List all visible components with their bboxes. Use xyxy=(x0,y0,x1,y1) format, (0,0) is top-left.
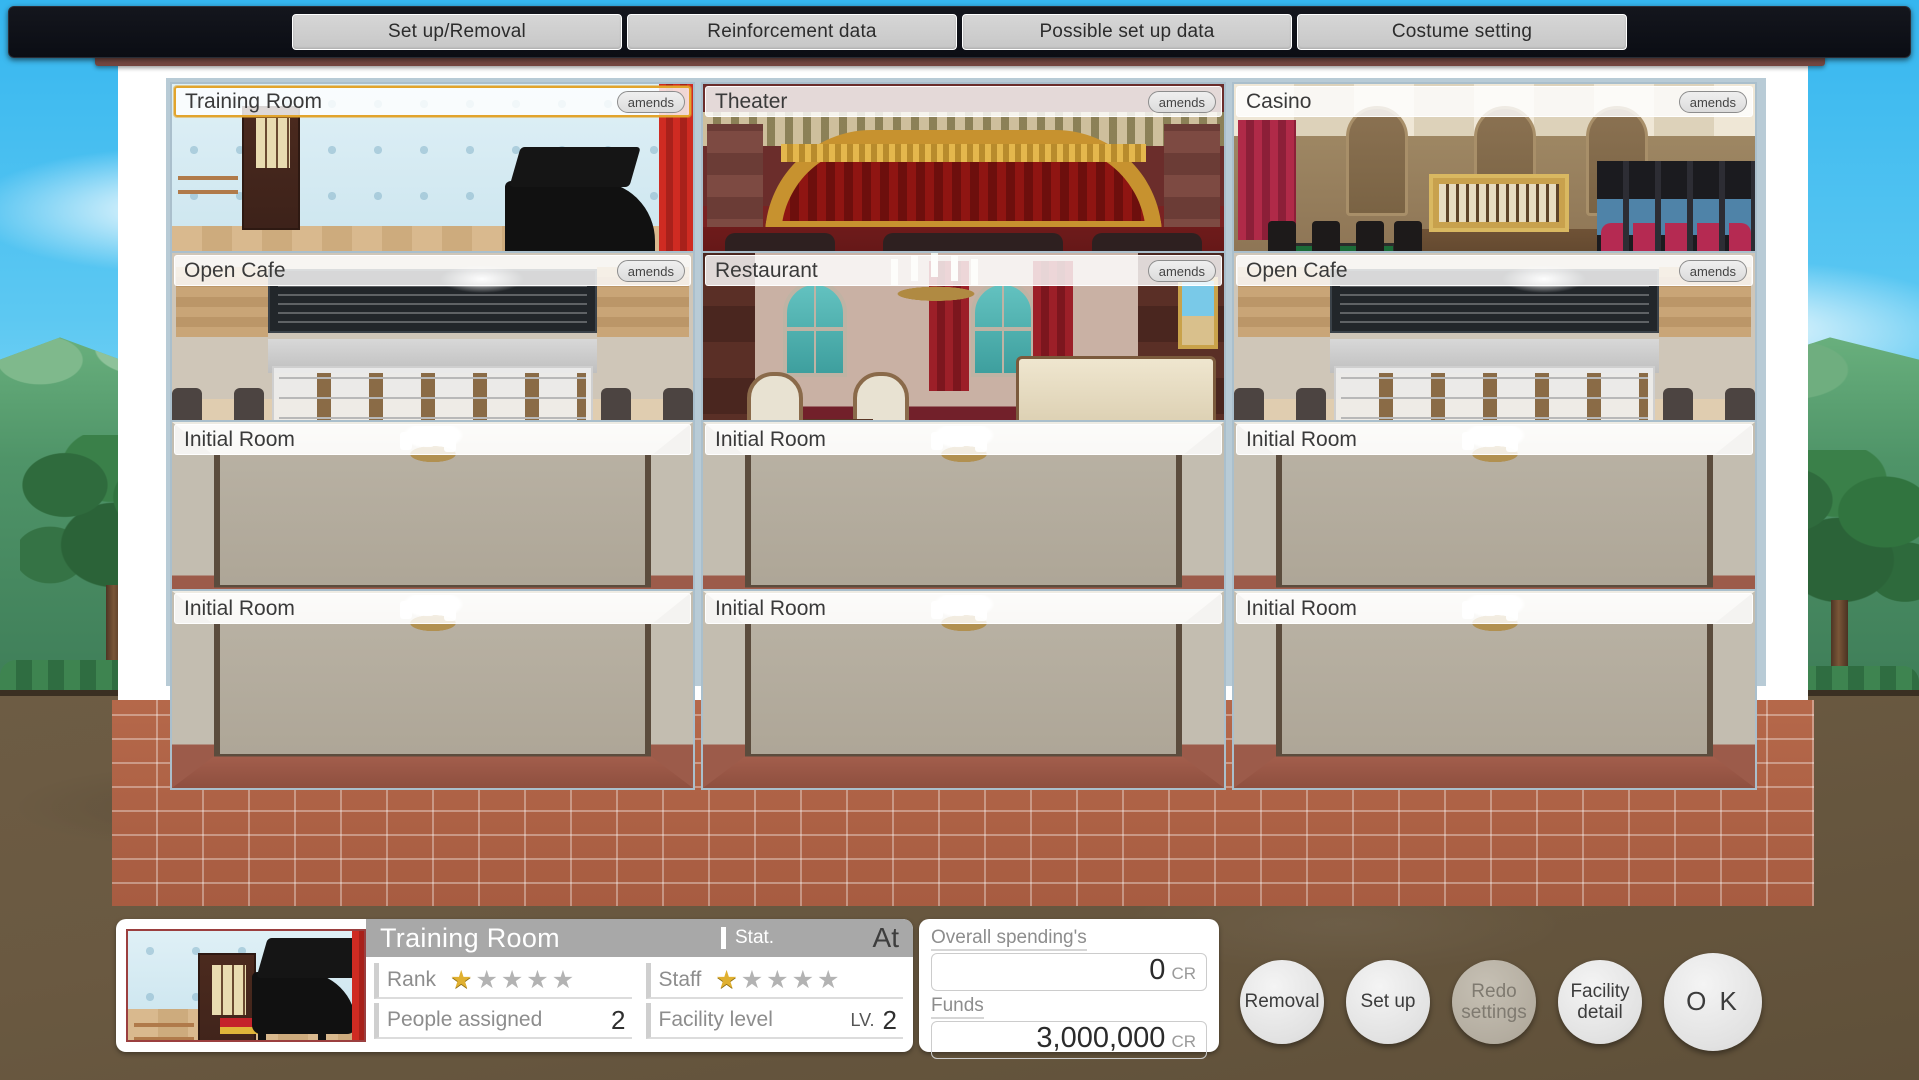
star-empty-icon: ★ xyxy=(526,965,549,994)
room-name-label: Initial Room xyxy=(174,424,691,455)
tab-costume-setting[interactable]: Costume setting xyxy=(1297,14,1627,50)
room-name-label: Casino xyxy=(1236,86,1753,117)
star-filled-icon: ★ xyxy=(450,965,473,994)
facility-level-label: Facility level xyxy=(658,1008,773,1031)
rank-stars: ★ ★ ★ ★ ★ xyxy=(450,965,575,994)
overall-spending-value: 0 xyxy=(1149,954,1166,986)
star-empty-icon: ★ xyxy=(791,965,814,994)
funds-field: 3,000,000 CR xyxy=(931,1021,1207,1059)
star-empty-icon: ★ xyxy=(500,965,524,994)
amends-button[interactable]: amends xyxy=(1147,260,1216,282)
action-button-o-k[interactable]: O K xyxy=(1664,953,1762,1051)
room-name-label: Initial Room xyxy=(705,593,1222,624)
facility-row-counts: People assigned 2 Facility level LV. 2 xyxy=(374,1003,903,1039)
rank-label: Rank xyxy=(387,968,437,991)
star-empty-icon: ★ xyxy=(766,965,789,994)
rank-cell: Rank ★ ★ ★ ★ ★ xyxy=(374,963,632,999)
people-assigned-cell: People assigned 2 xyxy=(374,1003,632,1039)
action-button-redo-settings: Redo settings xyxy=(1452,960,1536,1044)
star-empty-icon: ★ xyxy=(817,965,840,994)
amends-button[interactable]: amends xyxy=(1678,91,1747,113)
room-name-label: Open Cafe xyxy=(1236,255,1753,286)
funds-value: 3,000,000 xyxy=(1036,1022,1166,1054)
people-assigned-value: 2 xyxy=(611,1004,626,1035)
facility-stats-rows: Rank ★ ★ ★ ★ ★ Staff ★ ★ ★ ★ ★ People assigned 2… xyxy=(366,957,913,1039)
staff-stars: ★ ★ ★ ★ ★ xyxy=(715,965,840,994)
action-button-removal[interactable]: Removal xyxy=(1240,960,1324,1044)
room-name-label: Initial Room xyxy=(705,424,1222,455)
facility-title-bar: Training Room Stat. At xyxy=(366,919,913,957)
room-card[interactable]: Initial Room xyxy=(701,589,1226,790)
tab-reinforcement-data[interactable]: Reinforcement data xyxy=(627,14,957,50)
money-panel: Overall spending's 0 CR Funds 3,000,000 … xyxy=(919,919,1219,1059)
amends-button[interactable]: amends xyxy=(616,260,685,282)
amends-button[interactable]: amends xyxy=(1147,91,1216,113)
facility-info-panel: Training Room Stat. At Rank ★ ★ ★ ★ ★ Staff … xyxy=(116,919,913,1052)
overall-spending-currency: CR xyxy=(1171,964,1196,983)
amends-button[interactable]: amends xyxy=(1678,260,1747,282)
action-button-set-up[interactable]: Set up xyxy=(1346,960,1430,1044)
facility-info-body: Training Room Stat. At Rank ★ ★ ★ ★ ★ Staff … xyxy=(366,919,913,1052)
overall-spending-field: 0 CR xyxy=(931,953,1207,991)
tab-possible-set-up-data[interactable]: Possible set up data xyxy=(962,14,1292,50)
facility-level-prefix: LV. xyxy=(850,1009,875,1030)
room-name-label: Restaurant xyxy=(705,255,1222,286)
star-empty-icon: ★ xyxy=(551,965,575,994)
room-name-label: Training Room xyxy=(174,86,691,117)
facility-level-value: 2 xyxy=(882,1004,897,1035)
room-card[interactable]: Initial Room xyxy=(170,589,695,790)
top-menu-bar: Set up/Removal Reinforcement data Possib… xyxy=(8,6,1911,58)
star-filled-icon: ★ xyxy=(715,965,738,994)
staff-label: Staff xyxy=(658,968,702,991)
facility-thumbnail xyxy=(126,929,366,1042)
facility-name: Training Room xyxy=(380,922,560,953)
people-assigned-label: People assigned xyxy=(387,1008,543,1031)
overall-spending-label: Overall spending's xyxy=(931,927,1087,951)
room-name-label: Initial Room xyxy=(174,593,691,624)
facility-stat-label: Stat. xyxy=(721,927,851,949)
amends-button[interactable]: amends xyxy=(616,91,685,113)
room-name-label: Initial Room xyxy=(1236,424,1753,455)
funds-currency: CR xyxy=(1171,1032,1196,1051)
tab-set-up-removal[interactable]: Set up/Removal xyxy=(292,14,622,50)
room-name-label: Open Cafe xyxy=(174,255,691,286)
game-screen: Training Room amends Theater amends Casino… xyxy=(0,0,1919,1080)
star-empty-icon: ★ xyxy=(475,965,498,994)
room-card[interactable]: Initial Room xyxy=(1232,589,1757,790)
funds-label: Funds xyxy=(931,995,984,1019)
action-buttons: Removal Set up Redo settings Facility detai… xyxy=(1240,953,1762,1051)
action-button-facility-detail[interactable]: Facility detail xyxy=(1558,960,1642,1044)
room-name-label: Initial Room xyxy=(1236,593,1753,624)
facility-level-cell: Facility level LV. 2 xyxy=(645,1003,903,1039)
star-empty-icon: ★ xyxy=(740,965,764,994)
facility-stat-value: At xyxy=(872,922,899,953)
staff-cell: Staff ★ ★ ★ ★ ★ xyxy=(645,963,903,999)
thumbnail-art xyxy=(128,931,364,1040)
facility-row-ratings: Rank ★ ★ ★ ★ ★ Staff ★ ★ ★ ★ ★ xyxy=(374,963,903,999)
room-name-label: Theater xyxy=(705,86,1222,117)
